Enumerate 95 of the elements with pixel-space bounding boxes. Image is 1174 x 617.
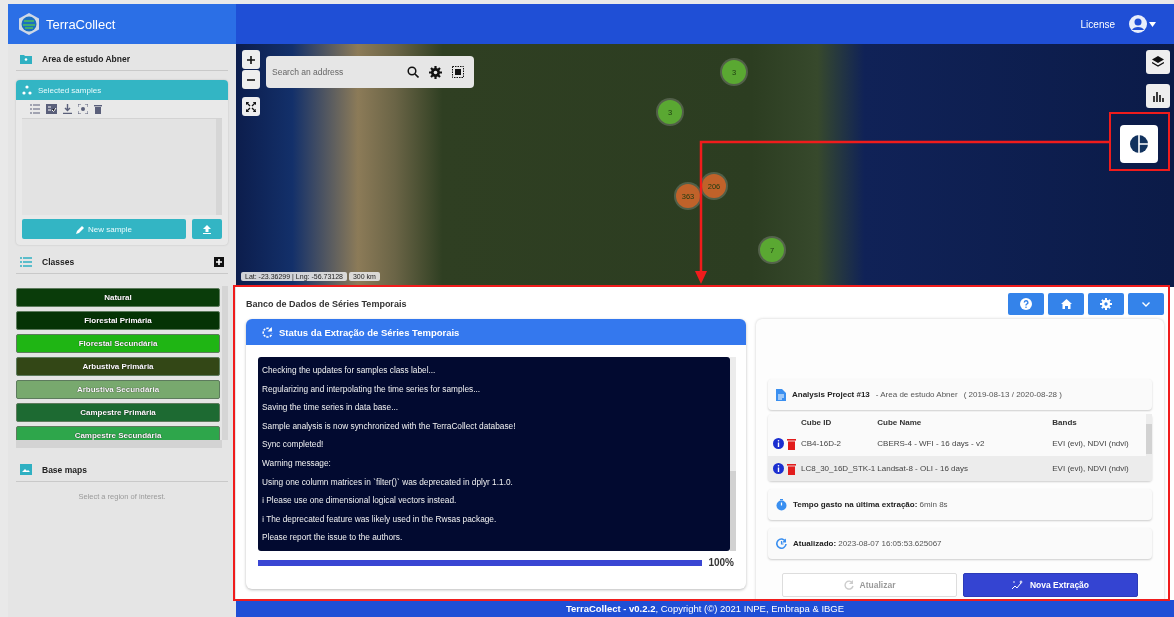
- log-line: Saving the time series in data base...: [262, 401, 400, 415]
- class-item[interactable]: Natural: [16, 288, 220, 307]
- trash-icon[interactable]: [787, 437, 796, 450]
- status-title: Status da Extração de Séries Temporais: [279, 326, 460, 338]
- log-line: ℹ The deprecated feature was likely used in the Rwsas package.: [262, 512, 498, 526]
- chevron-icon: [1142, 301, 1150, 307]
- scrollbar[interactable]: [16, 440, 222, 448]
- app-title: TerraCollect: [46, 16, 116, 32]
- class-item[interactable]: Arbustiva Secundária: [16, 380, 220, 399]
- class-item[interactable]: Campestre Secundária: [16, 426, 220, 440]
- help-button[interactable]: [1008, 293, 1044, 315]
- pie-chart-button[interactable]: [1120, 125, 1158, 163]
- stopwatch-icon: [776, 498, 787, 511]
- footer-text: TerraCollect - v0.2.2, Copyright (©) 2021 INPE, Embrapa & IBGE: [565, 603, 845, 614]
- class-item[interactable]: Campestre Primária: [16, 403, 220, 422]
- panel-title: Banco de Dados de Séries Temporais: [246, 299, 407, 309]
- log-line: Warning message:: [262, 456, 332, 470]
- home-icon: [1060, 299, 1072, 309]
- sparkle-chart-icon: [1011, 580, 1024, 590]
- zoom-out-button[interactable]: [242, 70, 260, 89]
- chart-button[interactable]: [1146, 84, 1170, 108]
- help-icon: [1020, 298, 1032, 310]
- checklist-icon[interactable]: [46, 104, 57, 114]
- table-cell: LC8_30_16D_STK-1: [800, 456, 877, 481]
- layers-icon: [1152, 56, 1164, 68]
- project-label: Analysis Project #13: [792, 390, 870, 399]
- class-item[interactable]: Florestal Primária: [16, 311, 220, 330]
- trash-icon[interactable]: [94, 104, 102, 114]
- updated-text: Atualizado: 2023-08-07 16:05:53.625067: [793, 539, 942, 548]
- elapsed-text: Tempo gasto na última extração: 6min 8s: [793, 500, 948, 509]
- table-cell: EVI (evi), NDVI (ndvi): [1051, 431, 1146, 456]
- log-line: ℹ Please use one dimensional logical vectors instead.: [262, 494, 458, 508]
- fullscreen-button[interactable]: [242, 97, 260, 116]
- fullscreen-icon: [246, 101, 256, 112]
- samples-panel-title: Selected samples: [38, 85, 102, 95]
- home-button[interactable]: [1048, 293, 1084, 315]
- pencil-icon: [76, 224, 85, 234]
- user-avatar-icon[interactable]: [1129, 15, 1147, 33]
- pie-chart-icon: [1129, 134, 1149, 154]
- table-cell: Landsat-8 - OLI - 16 days: [876, 456, 1052, 481]
- plus-icon: [247, 55, 255, 64]
- zoom-in-button[interactable]: [242, 50, 260, 69]
- search-icon[interactable]: [407, 66, 419, 78]
- log-line: Regularizing and interpolating the time series for samples...: [262, 382, 482, 396]
- cube-row[interactable]: LC8_30_16D_STK-1 Landsat-8 - OLI - 16 days EVI (evi), NDVI (ndvi): [768, 456, 1146, 481]
- settings-button[interactable]: [1088, 293, 1124, 315]
- upload-icon: [203, 224, 211, 234]
- document-icon: [776, 388, 786, 401]
- log-line: Please report the issue to the authors.: [262, 531, 404, 545]
- map-icon: [20, 464, 32, 475]
- cube-row[interactable]: CB4-16D-2 CBERS-4 - WFI - 16 days - v2 EVI (evi), NDVI (ndvi): [768, 431, 1146, 456]
- log-line: Using one column matrices in `filter()` was deprecated in dplyr 1.1.0.: [262, 475, 514, 489]
- project-period: ( 2019-08-13 / 2020-08-28 ): [963, 390, 1062, 399]
- project-area: - Area de estudo Abner: [875, 390, 958, 399]
- base-maps-title: Base maps: [42, 464, 88, 475]
- new-extraction-button[interactable]: Nova Extração: [963, 573, 1138, 597]
- trash-icon[interactable]: [787, 462, 796, 475]
- search-field[interactable]: Search an address: [266, 56, 401, 88]
- focus-icon[interactable]: [78, 104, 88, 114]
- table-cell: CB4-16D-2: [800, 431, 877, 456]
- class-item[interactable]: Arbustiva Primária: [16, 357, 220, 376]
- list-icon: [20, 257, 32, 267]
- class-item[interactable]: Florestal Secundária: [16, 334, 220, 353]
- caret-icon[interactable]: [1149, 21, 1156, 27]
- log-line: Sync completed!: [262, 438, 325, 452]
- scrollbar[interactable]: [730, 357, 736, 551]
- project-title: Area de estudo Abner: [42, 54, 131, 64]
- classes-title: Classes: [42, 257, 76, 267]
- table-cell: CBERS-4 - WFI - 16 days - v2: [876, 431, 1052, 456]
- refresh-icon: [262, 326, 273, 338]
- table-cell: EVI (evi), NDVI (ndvi): [1051, 456, 1146, 481]
- download-icon[interactable]: [63, 104, 72, 114]
- new-sample-button[interactable]: New sample: [22, 219, 186, 239]
- log-line: Sample analysis is now synchronized with the TerraCollect database!: [262, 419, 517, 433]
- highlight-frame: [1109, 112, 1170, 171]
- info-icon[interactable]: [773, 462, 784, 474]
- select-area-icon[interactable]: [452, 66, 464, 78]
- refresh-icon: [843, 580, 854, 590]
- scrollbar[interactable]: [1146, 414, 1152, 481]
- column-header: Cube Name: [876, 417, 923, 429]
- info-icon[interactable]: [773, 437, 784, 449]
- column-header: Cube ID: [800, 417, 833, 429]
- layers-button[interactable]: [1146, 50, 1170, 74]
- bar-chart-icon: [1152, 90, 1164, 102]
- log-line: Checking the updates for samples class label...: [262, 364, 437, 377]
- add-icon[interactable]: [214, 257, 224, 267]
- settings-icon: [1100, 298, 1112, 310]
- column-header: Bands: [1051, 417, 1078, 429]
- dots-icon: [22, 85, 32, 95]
- progress-value: 100%: [708, 557, 734, 568]
- globe-logo-icon: [18, 12, 40, 36]
- folder-icon: [20, 54, 32, 64]
- history-icon: [776, 538, 787, 549]
- license-link[interactable]: License: [1080, 18, 1115, 30]
- settings-icon[interactable]: [429, 65, 442, 79]
